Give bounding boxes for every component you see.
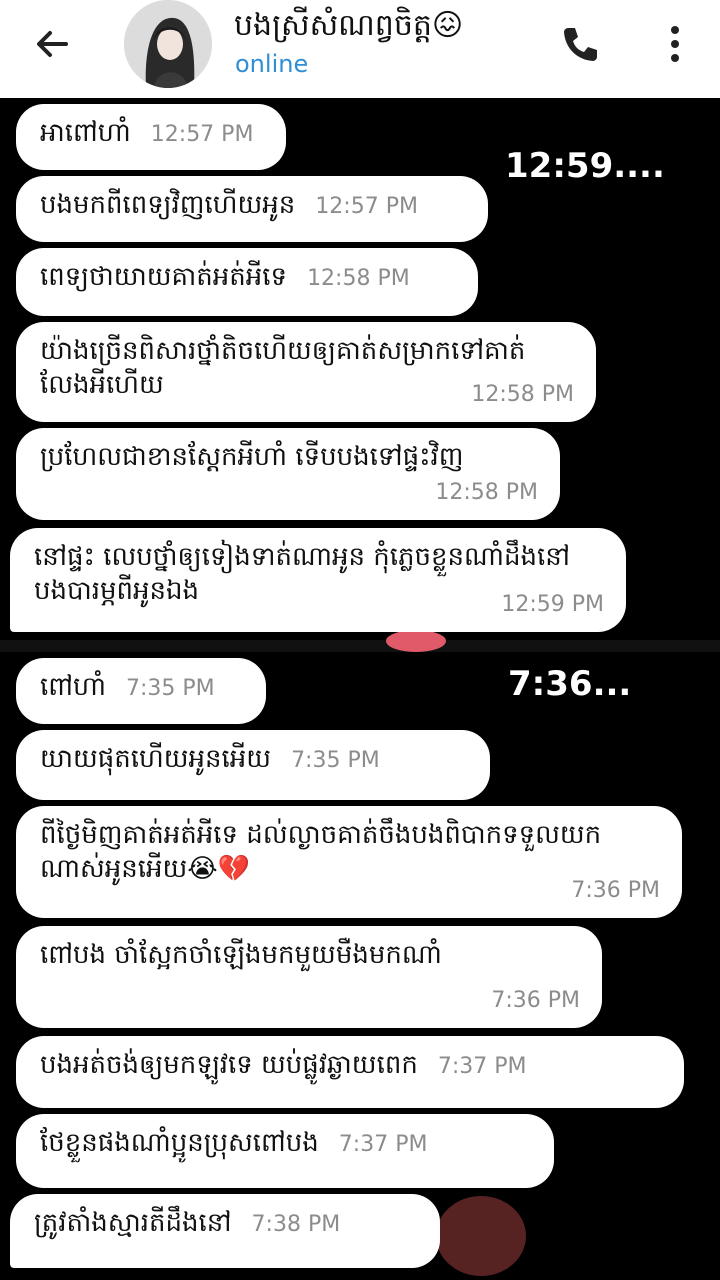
message-bubble[interactable]: ប្រហែលជាខានស្ដែកអីហាំ ទើបបងទៅផ្ទះវិញ 12:5… bbox=[16, 428, 560, 520]
message-bubble[interactable]: ពីថ្ងៃមិញគាត់អត់អីទេ ដល់ល្ងាចគាត់ចឹងបងពិ… bbox=[16, 806, 682, 918]
message-bubble[interactable]: អាពៅហាំ 12:57 PM bbox=[16, 104, 286, 170]
message-bubble[interactable]: ពេទ្យថាយាយគាត់អត់អីទេ 12:58 PM bbox=[16, 248, 478, 316]
back-arrow-icon[interactable] bbox=[30, 22, 74, 66]
message-bubble[interactable]: ថែខ្លួនផងណាំប្អូនប្រុសពៅបង 7:37 PM bbox=[16, 1114, 554, 1188]
more-options-icon[interactable] bbox=[660, 20, 690, 68]
message-time: 7:38 PM bbox=[251, 1212, 341, 1237]
message-text: ពេទ្យថាយាយគាត់អត់អីទេ bbox=[40, 262, 288, 292]
message-bubble[interactable]: ពៅបង ចាំស្អែកចាំឡើងមកមួយមឺងមកណាំ 7:36 PM bbox=[16, 926, 602, 1028]
message-time: 7:35 PM bbox=[126, 676, 215, 701]
message-time: 7:35 PM bbox=[291, 748, 380, 773]
message-text: ពីថ្ងៃមិញគាត់អត់អីទេ ដល់ល្ងាចគាត់ចឹងបងពិ… bbox=[40, 820, 602, 884]
message-time: 12:57 PM bbox=[315, 194, 418, 219]
message-time: 12:58 PM bbox=[471, 382, 574, 407]
message-bubble[interactable]: នៅផ្ទះ លេបថ្នាំឲ្យទៀងទាត់ណាអូន កុំភ្លេចខ… bbox=[10, 528, 626, 632]
message-time: 7:37 PM bbox=[338, 1132, 428, 1157]
timestamp-overlay-2: 7:36... bbox=[508, 664, 632, 704]
message-bubble[interactable]: យាយផុតហើយអូនអើយ 7:35 PM bbox=[16, 730, 490, 800]
message-bubble[interactable]: បងមកពីពេទ្យវិញហើយអូន 12:57 PM bbox=[16, 176, 488, 242]
message-bubble[interactable]: ពៅហាំ 7:35 PM bbox=[16, 658, 266, 724]
message-text: អាពៅហាំ bbox=[40, 118, 131, 148]
message-text: ពៅហាំ bbox=[40, 672, 107, 702]
avatar-image bbox=[124, 0, 212, 88]
message-text: បងមកពីពេទ្យវិញហើយអូន bbox=[40, 190, 296, 220]
avatar[interactable] bbox=[124, 0, 212, 88]
message-text: ថែខ្លួនផងណាំប្អូនប្រុសពៅបង bbox=[40, 1128, 319, 1158]
message-text: ពៅបង ចាំស្អែកចាំឡើងមកមួយមឺងមកណាំ bbox=[40, 940, 442, 970]
message-text: ប្រហែលជាខានស្ដែកអីហាំ ទើបបងទៅផ្ទះវិញ bbox=[40, 442, 464, 472]
message-time: 7:36 PM bbox=[571, 878, 660, 903]
message-time: 12:57 PM bbox=[150, 122, 254, 147]
message-bubble[interactable]: ត្រូវតាំងស្មារតីដឹងនៅ 7:38 PM bbox=[10, 1194, 440, 1268]
message-bubble[interactable]: បងអត់ចង់ឲ្យមកឡូវទេ យប់ផ្លូវឆ្ងាយពេក 7:37 … bbox=[16, 1036, 684, 1108]
message-bubble[interactable]: យ៉ាងច្រើនពិសារថ្នាំតិចហើយឲ្យគាត់សម្រាកទៅ… bbox=[16, 322, 596, 422]
message-time: 7:36 PM bbox=[491, 988, 580, 1013]
section-divider bbox=[0, 640, 720, 652]
phone-icon[interactable] bbox=[558, 22, 602, 66]
online-status: online bbox=[235, 50, 309, 78]
decorative-blob bbox=[386, 630, 446, 652]
message-text: បងអត់ចង់ឲ្យមកឡូវទេ យប់ផ្លូវឆ្ងាយពេក bbox=[40, 1050, 418, 1080]
message-time: 12:59 PM bbox=[501, 592, 604, 617]
message-time: 12:58 PM bbox=[307, 266, 410, 291]
chat-header: បងស្រីសំណព្វចិត្ត😖 online bbox=[0, 0, 720, 98]
message-time: 7:37 PM bbox=[437, 1054, 527, 1079]
contact-name: បងស្រីសំណព្វចិត្ត😖 bbox=[234, 8, 464, 43]
message-text: ត្រូវតាំងស្មារតីដឹងនៅ bbox=[34, 1208, 232, 1238]
message-text: យាយផុតហើយអូនអើយ bbox=[40, 744, 272, 774]
timestamp-overlay-1: 12:59.... bbox=[505, 146, 665, 186]
decorative-blob bbox=[436, 1196, 526, 1276]
message-time: 12:58 PM bbox=[435, 480, 538, 505]
